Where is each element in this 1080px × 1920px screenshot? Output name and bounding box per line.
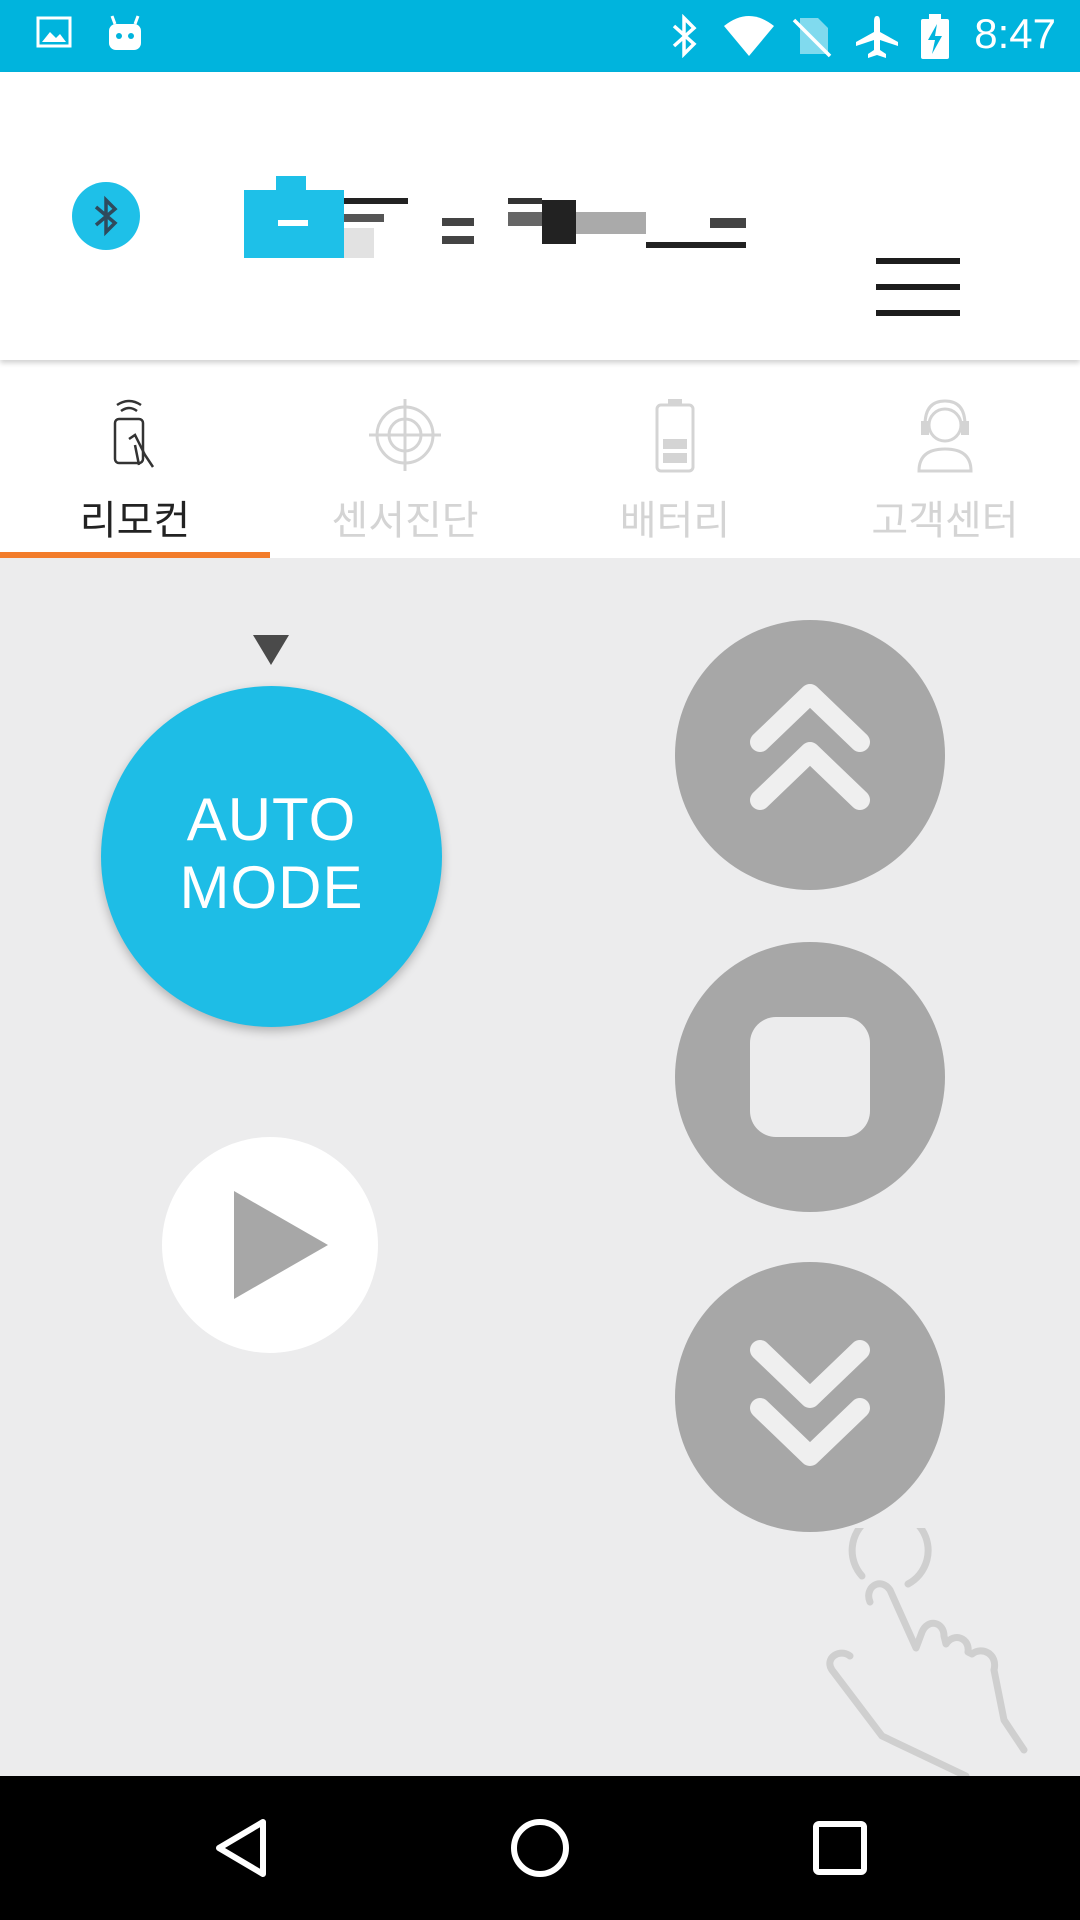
recents-icon: [813, 1821, 867, 1875]
bluetooth-icon: [94, 195, 118, 237]
status-clock: 8:47: [974, 10, 1056, 57]
tab-label: 배터리: [619, 498, 731, 544]
tab-label: 리모컨: [79, 498, 191, 544]
back-icon: [216, 1819, 266, 1877]
battery-charging-icon: [920, 14, 950, 64]
nav-home-button[interactable]: [504, 1812, 576, 1884]
battery-icon: [655, 399, 695, 473]
nav-back-button[interactable]: [205, 1812, 277, 1884]
tab-sensor-diagnosis[interactable]: 센서진단: [270, 360, 540, 558]
stop-icon: [750, 1017, 870, 1137]
double-chevron-down-icon: [750, 1340, 870, 1466]
play-button[interactable]: [162, 1137, 378, 1353]
bluetooth-icon: [668, 13, 702, 62]
backward-button[interactable]: [675, 1262, 945, 1532]
auto-mode-label-line2: MODE: [179, 854, 364, 921]
play-icon: [234, 1191, 328, 1299]
remote-hand-icon: [113, 399, 155, 468]
bluetooth-button[interactable]: [72, 182, 140, 250]
home-icon: [511, 1819, 569, 1877]
tab-battery[interactable]: 배터리: [540, 360, 810, 558]
no-sim-icon: [792, 14, 832, 62]
menu-line: [876, 284, 960, 290]
auto-mode-button[interactable]: AUTO MODE: [101, 686, 442, 1027]
hamburger-menu-button[interactable]: [876, 258, 960, 318]
app-header: [0, 72, 1080, 360]
image-icon: [36, 14, 72, 54]
tab-remote[interactable]: 리모컨: [0, 360, 270, 558]
wifi-icon: [722, 14, 776, 62]
brand-logo: [244, 172, 774, 322]
tab-customer-center[interactable]: 고객센터: [810, 360, 1080, 558]
forward-button[interactable]: [675, 620, 945, 890]
android-icon: [106, 14, 144, 58]
tab-bar: 리모컨 센서진단 배터리 고객센터: [0, 360, 1080, 558]
status-bar: 8:47: [0, 0, 1080, 72]
crosshair-icon: [369, 399, 441, 471]
tab-label: 고객센터: [871, 498, 1019, 544]
airplane-icon: [854, 14, 900, 64]
auto-mode-label-line1: AUTO: [186, 786, 357, 853]
menu-line: [876, 310, 960, 316]
nav-recents-button[interactable]: [804, 1812, 876, 1884]
stop-button[interactable]: [675, 942, 945, 1212]
double-chevron-up-icon: [750, 684, 870, 810]
tab-label: 센서진단: [331, 498, 479, 544]
remote-control-panel: AUTO MODE: [0, 558, 1080, 1780]
menu-line: [876, 258, 960, 264]
mode-caret-icon: [253, 635, 289, 665]
tap-hand-icon: [804, 1508, 1034, 1780]
system-nav-bar: [0, 1776, 1080, 1920]
customer-service-icon: [917, 399, 973, 473]
